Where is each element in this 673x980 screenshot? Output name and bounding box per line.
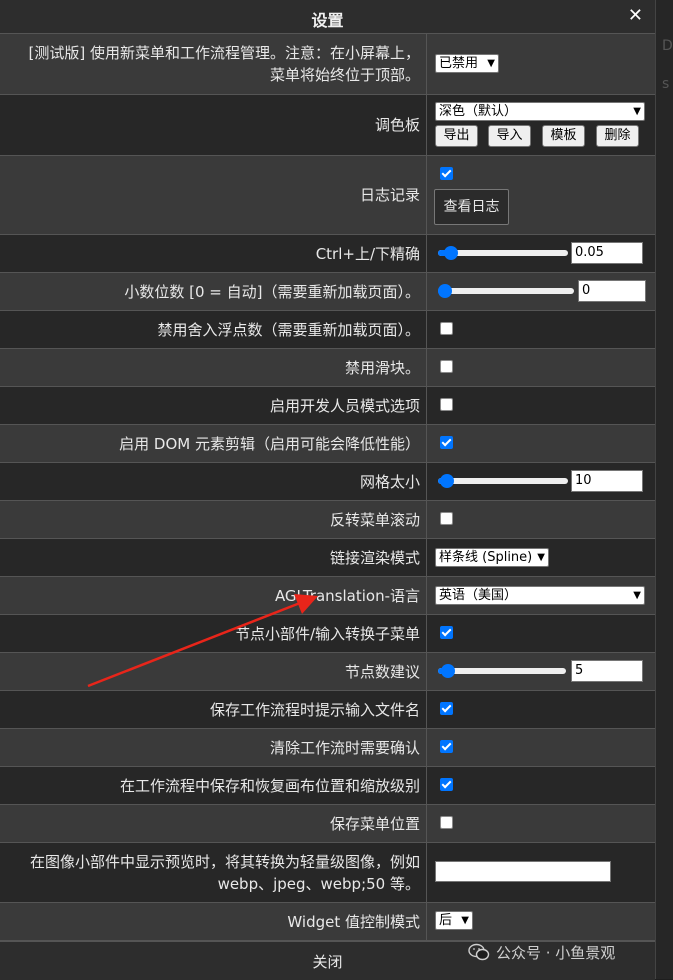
dialog-title: 设置: [311, 11, 344, 30]
setting-row-decimals: 小数位数 [0 = 自动]（需要重新加载页面）。 0: [0, 273, 655, 311]
slider-handle[interactable]: [441, 664, 455, 678]
dev-mode-checkbox[interactable]: [440, 398, 453, 411]
setting-label: 在工作流程中保存和恢复画布位置和缩放级别: [119, 776, 420, 795]
setting-row-palette: 调色板 深色（默认） ▼ 导出 导入 模板 删除: [0, 95, 655, 156]
slider-handle[interactable]: [440, 474, 454, 488]
new-menu-select[interactable]: 已禁用 ▼: [435, 54, 499, 73]
setting-label: Ctrl+上/下精确: [315, 244, 420, 263]
save-canvas-checkbox[interactable]: [440, 778, 453, 791]
setting-row-confirm-clear: 清除工作流时需要确认: [0, 729, 655, 767]
setting-row-ctrl-updown: Ctrl+上/下精确 0.05: [0, 235, 655, 273]
settings-dialog: 设置 ✕ [测试版] 使用新菜单和工作流程管理。注意：在小屏幕上，菜单将始终位于…: [0, 0, 656, 980]
setting-label: 链接渲染模式: [329, 548, 420, 567]
dialog-titlebar: 设置 ✕: [0, 0, 655, 34]
confirm-clear-checkbox[interactable]: [440, 740, 453, 753]
background-text: D: [662, 38, 673, 54]
setting-row-widget-submenu: 节点小部件/输入转换子菜单: [0, 615, 655, 653]
import-button[interactable]: 导入: [488, 125, 531, 147]
logging-checkbox[interactable]: [440, 167, 453, 180]
setting-row-invert-scroll: 反转菜单滚动: [0, 501, 655, 539]
save-menu-position-checkbox[interactable]: [440, 816, 453, 829]
wechat-icon: [468, 943, 490, 961]
widget-mode-select[interactable]: 后 ▼: [435, 911, 473, 930]
setting-row-disable-rounding: 禁用舍入浮点数（需要重新加载页面）。: [0, 311, 655, 349]
delete-button[interactable]: 删除: [596, 125, 639, 147]
setting-label: 日志记录: [359, 186, 420, 204]
decimals-input[interactable]: 0: [578, 280, 646, 302]
setting-label: 启用开发人员模式选项: [269, 396, 420, 415]
setting-row-new-menu: [测试版] 使用新菜单和工作流程管理。注意：在小屏幕上，菜单将始终位于顶部。 已…: [0, 34, 655, 95]
setting-row-save-menu-position: 保存菜单位置: [0, 805, 655, 843]
watermark-text: 公众号 · 小鱼景观: [496, 943, 616, 962]
background-text: s: [662, 76, 670, 92]
setting-row-link-render: 链接渲染模式 样条线 (Spline) ▼: [0, 539, 655, 577]
setting-row-widget-mode: Widget 值控制模式 后 ▼: [0, 903, 655, 941]
setting-label: 反转菜单滚动: [329, 510, 420, 529]
setting-row-disable-slider: 禁用滑块。: [0, 349, 655, 387]
slider-handle[interactable]: [438, 284, 452, 298]
link-render-select[interactable]: 样条线 (Spline) ▼: [435, 548, 549, 567]
setting-label: 禁用舍入浮点数（需要重新加载页面）。: [157, 320, 420, 339]
setting-label: 在图像小部件中显示预览时，将其转换为轻量级图像，例如 webp、jpeg、web…: [29, 852, 420, 893]
template-button[interactable]: 模板: [542, 125, 585, 147]
export-button[interactable]: 导出: [435, 125, 478, 147]
grid-size-slider[interactable]: [438, 474, 568, 488]
setting-label: 节点小部件/输入转换子菜单: [234, 624, 420, 643]
setting-label: 节点数建议: [344, 662, 420, 681]
prompt-filename-checkbox[interactable]: [440, 702, 453, 715]
agl-language-select[interactable]: 英语（美国） ▼: [435, 586, 645, 605]
chevron-down-icon: ▼: [537, 552, 545, 563]
setting-label: 保存工作流程时提示输入文件名: [209, 700, 420, 719]
chevron-down-icon: ▼: [633, 590, 641, 601]
setting-label: 网格太小: [359, 472, 420, 491]
setting-label: 调色板: [374, 116, 420, 134]
ctrl-updown-slider[interactable]: [438, 246, 568, 260]
chevron-down-icon: ▼: [487, 58, 495, 69]
grid-size-input[interactable]: 10: [571, 470, 643, 492]
chevron-down-icon: ▼: [461, 915, 469, 926]
setting-label: 小数位数 [0 = 自动]（需要重新加载页面）。: [124, 282, 420, 301]
setting-label: 清除工作流时需要确认: [269, 738, 420, 757]
chevron-down-icon: ▼: [633, 106, 641, 117]
disable-rounding-checkbox[interactable]: [440, 322, 453, 335]
setting-label: Widget 值控制模式: [287, 912, 420, 931]
setting-label: 保存菜单位置: [329, 814, 420, 833]
setting-row-prompt-filename: 保存工作流程时提示输入文件名: [0, 691, 655, 729]
watermark: 公众号 · 小鱼景观: [468, 940, 615, 964]
setting-label: 启用 DOM 元素剪辑（启用可能会降低性能）: [119, 434, 420, 453]
widget-submenu-checkbox[interactable]: [440, 626, 453, 639]
setting-label: [测试版] 使用新菜单和工作流程管理。注意：在小屏幕上，菜单将始终位于顶部。: [28, 44, 420, 84]
setting-row-grid-size: 网格太小 10: [0, 463, 655, 501]
disable-slider-checkbox[interactable]: [440, 360, 453, 373]
setting-row-dev-mode: 启用开发人员模式选项: [0, 387, 655, 425]
setting-label: 禁用滑块。: [344, 358, 420, 377]
preview-format-input[interactable]: [435, 861, 611, 882]
palette-select[interactable]: 深色（默认） ▼: [435, 102, 645, 121]
node-suggest-slider[interactable]: [438, 664, 566, 678]
view-log-button[interactable]: 查看日志: [434, 189, 509, 225]
slider-handle[interactable]: [444, 246, 458, 260]
setting-row-agl-language: AGLTranslation-语言 英语（美国） ▼: [0, 577, 655, 615]
decimals-slider[interactable]: [438, 284, 574, 298]
setting-row-preview-format: 在图像小部件中显示预览时，将其转换为轻量级图像，例如 webp、jpeg、web…: [0, 843, 655, 903]
setting-row-save-canvas: 在工作流程中保存和恢复画布位置和缩放级别: [0, 767, 655, 805]
close-icon[interactable]: ✕: [628, 5, 643, 26]
setting-row-node-suggest: 节点数建议 5: [0, 653, 655, 691]
dom-clipping-checkbox[interactable]: [440, 436, 453, 449]
invert-scroll-checkbox[interactable]: [440, 512, 453, 525]
setting-label: AGLTranslation-语言: [274, 586, 420, 605]
ctrl-updown-input[interactable]: 0.05: [571, 242, 643, 264]
setting-row-dom-clipping: 启用 DOM 元素剪辑（启用可能会降低性能）: [0, 425, 655, 463]
node-suggest-input[interactable]: 5: [571, 660, 643, 682]
background-panel: D s: [655, 0, 673, 979]
setting-row-logging: 日志记录 查看日志: [0, 156, 655, 235]
